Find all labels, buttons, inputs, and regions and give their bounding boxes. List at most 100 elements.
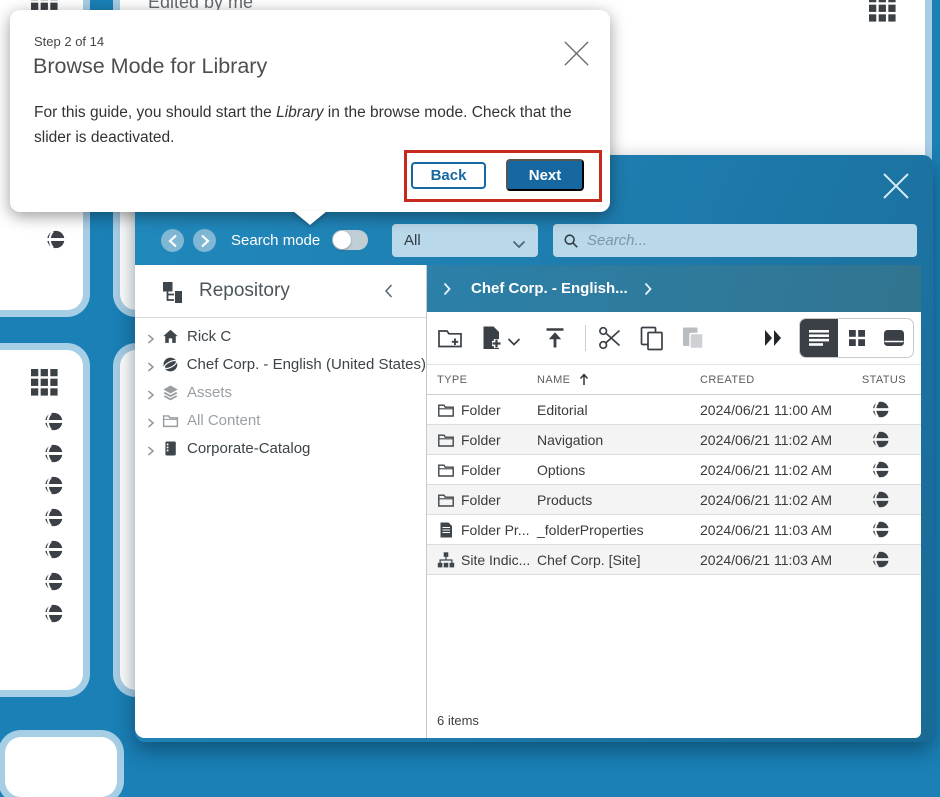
status-icon <box>871 550 890 569</box>
tree-item-rick-c[interactable]: Rick C <box>135 322 426 350</box>
body-italic-text: Library <box>276 104 323 121</box>
breadcrumb-chevron-icon[interactable] <box>644 282 652 296</box>
tree-item-assets[interactable]: Assets <box>135 378 426 406</box>
cell-name: Navigation <box>537 432 603 448</box>
cell-type: Folder <box>461 492 501 508</box>
status-icon <box>45 229 66 250</box>
cell-type: Folder Pr... <box>461 522 529 538</box>
column-name[interactable]: NAME <box>537 374 570 386</box>
folder-icon <box>437 461 455 479</box>
page-icon <box>437 521 455 539</box>
tour-callout-pointer <box>293 211 327 225</box>
collapse-panel-icon[interactable] <box>379 281 399 301</box>
background-card-bottom-left <box>0 350 83 690</box>
repository-tree: Rick C Chef Corp. - English (United Stat… <box>135 322 426 462</box>
background-card-footer <box>5 737 117 797</box>
dialog-body: For this guide, you should start the Lib… <box>34 100 586 150</box>
column-status[interactable]: STATUS <box>862 374 906 386</box>
filter-value: All <box>404 232 421 249</box>
status-icon <box>43 603 64 624</box>
back-button[interactable]: Back <box>411 162 486 189</box>
search-mode-toggle[interactable] <box>332 230 368 250</box>
cell-created: 2024/06/21 11:03 AM <box>700 522 832 538</box>
tree-item-label: Assets <box>187 384 232 401</box>
app-grid-icon[interactable] <box>31 369 58 396</box>
table-row[interactable]: Folder Pr... _folderProperties 2024/06/2… <box>427 515 921 545</box>
app-grid-icon[interactable] <box>869 0 896 22</box>
items-count: 6 items <box>437 713 479 728</box>
nav-forward-button[interactable] <box>193 229 216 252</box>
folder-icon <box>437 491 455 509</box>
table-row[interactable]: Folder Products 2024/06/21 11:02 AM <box>427 485 921 515</box>
window-body: Repository Rick C Chef Corp. - English (… <box>135 265 921 738</box>
status-icon <box>43 507 64 528</box>
tree-item-corporate-catalog[interactable]: Corporate-Catalog <box>135 434 426 462</box>
table-row[interactable]: Folder Editorial 2024/06/21 11:00 AM <box>427 395 921 425</box>
grid-view-button[interactable] <box>838 319 876 357</box>
expander-icon[interactable] <box>146 387 156 397</box>
upload-button[interactable] <box>542 325 568 351</box>
expander-icon[interactable] <box>146 359 156 369</box>
chevron-right-icon <box>199 234 211 248</box>
cut-button[interactable] <box>597 325 623 351</box>
new-folder-button[interactable] <box>437 325 463 351</box>
repository-panel: Repository Rick C Chef Corp. - English (… <box>135 265 426 738</box>
tree-item-chef-corp[interactable]: Chef Corp. - English (United States) <box>135 350 426 378</box>
cell-created: 2024/06/21 11:00 AM <box>700 402 832 418</box>
status-icon <box>43 443 64 464</box>
breadcrumb-current[interactable]: Chef Corp. - English... <box>471 280 628 297</box>
catalog-icon <box>162 440 179 457</box>
table-row[interactable]: Folder Options 2024/06/21 11:02 AM <box>427 455 921 485</box>
list-view-button[interactable] <box>800 319 838 357</box>
cell-name: _folderProperties <box>537 522 644 538</box>
folder-icon <box>437 431 455 449</box>
cell-type: Folder <box>461 402 501 418</box>
expander-icon[interactable] <box>146 331 156 341</box>
file-list: Folder Editorial 2024/06/21 11:00 AM Fol… <box>427 395 921 575</box>
search-input[interactable] <box>587 232 907 249</box>
sitemap-icon <box>437 551 455 569</box>
toolbar-divider <box>585 325 586 351</box>
cell-type: Site Indic... <box>461 552 530 568</box>
tour-dialog: Step 2 of 14 Browse Mode for Library For… <box>10 10 610 212</box>
search-icon <box>563 233 579 249</box>
card-view-button[interactable] <box>875 319 913 357</box>
breadcrumb-chevron-icon[interactable] <box>443 282 451 296</box>
table-header: TYPE NAME CREATED STATUS <box>427 365 921 395</box>
paste-button-disabled <box>680 325 706 351</box>
nav-back-button[interactable] <box>161 229 184 252</box>
tree-item-label: Chef Corp. - English (United States) <box>187 356 426 373</box>
copy-button[interactable] <box>639 325 665 351</box>
table-row[interactable]: Site Indic... Chef Corp. [Site] 2024/06/… <box>427 545 921 575</box>
folder-icon <box>162 412 179 429</box>
status-icon <box>871 430 890 449</box>
status-icon <box>871 490 890 509</box>
more-actions-icon[interactable] <box>762 329 784 347</box>
sort-ascending-icon[interactable] <box>579 373 589 386</box>
folder-icon <box>437 401 455 419</box>
window-close-icon[interactable] <box>880 170 912 202</box>
tree-item-all-content[interactable]: All Content <box>135 406 426 434</box>
column-type[interactable]: TYPE <box>437 374 467 386</box>
grid-view-icon <box>848 329 866 347</box>
view-switcher <box>799 318 914 358</box>
cell-type: Folder <box>461 432 501 448</box>
new-content-menu-icon[interactable] <box>507 334 521 344</box>
repository-panel-header: Repository <box>135 265 426 318</box>
expander-icon[interactable] <box>146 415 156 425</box>
card-view-icon <box>882 328 906 348</box>
status-icon <box>871 400 890 419</box>
expander-icon[interactable] <box>146 443 156 453</box>
column-created[interactable]: CREATED <box>700 374 755 386</box>
next-button[interactable]: Next <box>506 159 584 191</box>
table-row[interactable]: Folder Navigation 2024/06/21 11:02 AM <box>427 425 921 455</box>
filter-dropdown[interactable]: All <box>392 224 538 257</box>
search-bar <box>553 224 917 257</box>
dialog-title: Browse Mode for Library <box>33 54 267 79</box>
close-icon[interactable] <box>561 38 592 69</box>
content-area: Chef Corp. - English... <box>427 265 921 738</box>
cell-type: Folder <box>461 462 501 478</box>
repository-title: Repository <box>199 280 290 302</box>
new-content-button[interactable] <box>478 325 504 351</box>
library-window: Search mode All Repository Rick C <box>135 155 933 742</box>
